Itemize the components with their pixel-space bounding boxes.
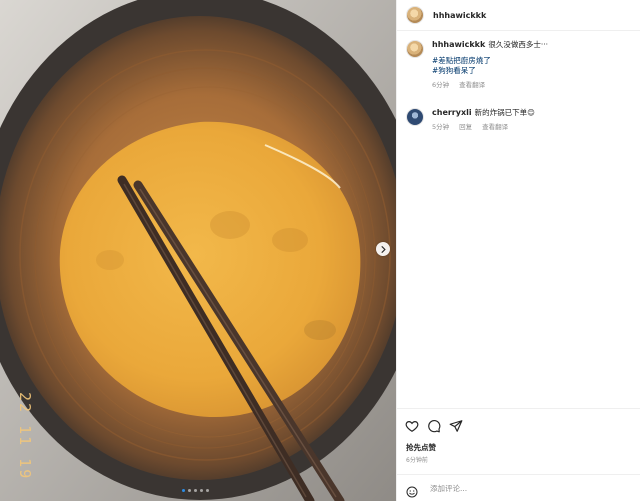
post-media[interactable]: 22 11 19 (0, 0, 396, 501)
comment-username[interactable]: cherryxli (432, 108, 472, 117)
translate-link[interactable]: 查看翻译 (459, 79, 485, 89)
author-avatar[interactable] (406, 6, 424, 24)
heart-icon[interactable] (405, 418, 419, 432)
commenter-avatar[interactable] (406, 40, 424, 58)
comment-username[interactable]: hhhawickkk (432, 40, 485, 49)
instagram-post: 22 11 19 hhhawickkk hhhawickkk 很久没做西多士··… (0, 0, 640, 501)
timestamp-overlay: 22 11 19 (16, 392, 34, 481)
add-comment-row (397, 474, 640, 502)
comment-time: 6分钟 (432, 81, 450, 89)
reply-button[interactable]: 回复 (459, 121, 472, 131)
comment-item: cherryxli 新的炸锅已下单😊 5分钟 回复 查看翻译 (406, 108, 632, 131)
post-sidebar: hhhawickkk hhhawickkk 很久没做西多士··· #差點把廚房燒了… (396, 0, 640, 501)
author-username[interactable]: hhhawickkk (433, 11, 486, 20)
emoji-icon[interactable] (406, 483, 418, 497)
commenter-avatar[interactable] (406, 108, 424, 126)
carousel-dot (182, 489, 185, 492)
carousel-dot (194, 489, 197, 492)
next-image-button[interactable] (376, 242, 390, 256)
carousel-dot (200, 489, 203, 492)
paper-plane-icon[interactable] (449, 418, 463, 432)
translate-link[interactable]: 查看翻译 (482, 121, 508, 131)
hashtag-link[interactable]: #狗狗看呆了 (432, 66, 632, 76)
carousel-dots (182, 489, 209, 492)
comment-text: 新的炸锅已下单😊 (474, 108, 535, 117)
egg-bowl-photo (0, 0, 396, 501)
post-time: 6分钟前 (406, 457, 428, 464)
post-header: hhhawickkk (397, 0, 640, 31)
comment-text: 很久没做西多士··· (488, 40, 548, 49)
likes-text[interactable]: 抢先点赞 (406, 442, 436, 453)
comment-icon[interactable] (427, 418, 441, 433)
chevron-right-icon (381, 245, 386, 253)
post-actions: 抢先点赞 6分钟前 (397, 408, 640, 479)
carousel-dot (188, 489, 191, 492)
comment-time: 5分钟 (432, 123, 450, 131)
hashtag-link[interactable]: #差點把廚房燒了 (432, 56, 632, 66)
comment-item: hhhawickkk 很久没做西多士··· #差點把廚房燒了 #狗狗看呆了 6分钟… (406, 40, 632, 89)
carousel-dot (206, 489, 209, 492)
add-comment-input[interactable] (428, 483, 612, 494)
